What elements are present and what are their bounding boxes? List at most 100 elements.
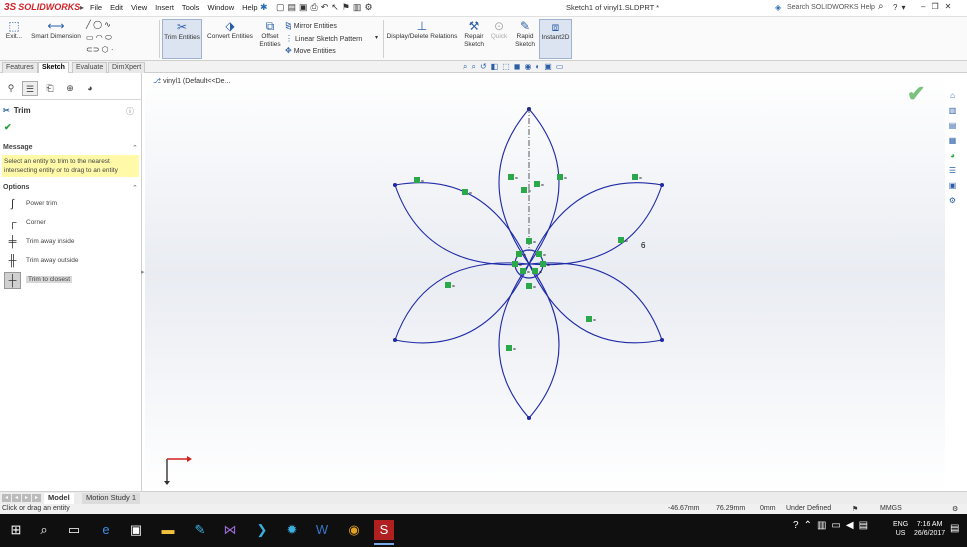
quick-snaps-button[interactable]: ⊙ Quick: [488, 19, 510, 41]
ellipse-icon[interactable]: ⬭: [105, 33, 112, 42]
view-palette-icon[interactable]: ▦: [947, 135, 958, 146]
undo-icon[interactable]: ↶: [321, 2, 329, 13]
menu-help[interactable]: Help: [242, 3, 257, 12]
battery-icon[interactable]: ▭: [831, 520, 840, 531]
option-trim-to-closest[interactable]: ┼ Trim to closest: [4, 272, 136, 289]
word-icon[interactable]: W: [312, 520, 332, 540]
option-power-trim[interactable]: ∫ Power trim: [4, 196, 136, 213]
circle-icon[interactable]: ◯: [93, 20, 102, 29]
file-explorer-icon[interactable]: ▤: [947, 120, 958, 131]
zoom-to-fit-icon[interactable]: ⌕: [463, 62, 467, 72]
design-library-icon[interactable]: ▥: [947, 105, 958, 116]
prev-tab-icon[interactable]: ◂: [12, 494, 21, 502]
collapse-message-icon[interactable]: ⌃: [132, 144, 138, 152]
exit-sketch-button[interactable]: ⬚ Exit...: [4, 19, 24, 41]
instant2d-button[interactable]: ⧈ Instant2D: [539, 19, 572, 59]
option-trim-away-inside[interactable]: ╪ Trim away inside: [4, 234, 136, 251]
relation-marker-icon[interactable]: [526, 283, 532, 289]
tab-dimxpert[interactable]: DimXpert: [108, 62, 146, 73]
sketch-app-icon[interactable]: ✎: [190, 520, 210, 540]
chevron-down-icon[interactable]: ▾: [901, 3, 905, 12]
menu-tools[interactable]: Tools: [182, 3, 200, 12]
notification-center-icon[interactable]: ▤: [950, 523, 959, 534]
first-tab-icon[interactable]: ◂: [2, 494, 11, 502]
relation-marker-icon[interactable]: [462, 189, 468, 195]
sketch-endpoint[interactable]: [659, 337, 665, 343]
open-icon[interactable]: ▤: [288, 2, 297, 13]
dimxpert-manager-tab-icon[interactable]: ⊕: [62, 81, 78, 96]
offset-entities-button[interactable]: ⧉ Offset Entities: [258, 19, 282, 49]
option-corner[interactable]: ┌ Corner: [4, 215, 136, 232]
petal-arc[interactable]: [528, 182, 663, 266]
arc-icon[interactable]: ◠: [96, 33, 103, 42]
relation-marker-icon[interactable]: [508, 174, 514, 180]
relation-marker-icon[interactable]: [586, 316, 592, 322]
options-gear-icon[interactable]: ⚙: [364, 2, 372, 13]
next-tab-icon[interactable]: ▸: [22, 494, 31, 502]
sketch-endpoint[interactable]: [392, 182, 398, 188]
select-icon[interactable]: ↖: [331, 2, 339, 13]
ok-check-button[interactable]: ✔: [4, 122, 12, 133]
graphics-area[interactable]: ⎇ vinyl1 (Default<<De... ✔ = = = = = = = = = = = = = =…: [145, 73, 945, 491]
resources-icon[interactable]: ⌂: [947, 90, 958, 101]
volume-icon[interactable]: ◀: [846, 520, 854, 531]
trim-entities-button[interactable]: ✂ Trim Entities: [162, 19, 202, 59]
relation-marker-icon[interactable]: [414, 177, 420, 183]
move-entities-button[interactable]: ✥ Move Entities: [285, 46, 336, 55]
zoom-area-icon[interactable]: ⌕: [471, 62, 475, 72]
clock[interactable]: 7:16 AM 26/6/2017: [914, 520, 945, 538]
tab-motion-study[interactable]: Motion Study 1: [82, 493, 141, 504]
sketch-endpoint[interactable]: [659, 182, 665, 188]
relation-marker-icon[interactable]: [506, 345, 512, 351]
menu-insert[interactable]: Insert: [155, 3, 174, 12]
relation-marker-icon[interactable]: [540, 261, 546, 267]
view-settings-icon[interactable]: ▭: [556, 62, 564, 72]
spline-icon[interactable]: ∿: [104, 20, 111, 29]
relation-marker-icon[interactable]: [557, 174, 563, 180]
configuration-manager-tab-icon[interactable]: ⎗: [42, 81, 58, 96]
search-icon[interactable]: ⌕: [878, 1, 884, 12]
last-tab-icon[interactable]: ▸: [32, 494, 41, 502]
section-view-icon[interactable]: ◧: [491, 62, 499, 72]
rebuild-status-icon[interactable]: ⚑: [852, 505, 858, 513]
polygon-icon[interactable]: ⬡: [102, 45, 109, 54]
task-view-icon[interactable]: ▭: [64, 520, 84, 540]
visual-studio-icon[interactable]: ⋈: [220, 520, 240, 540]
linear-pattern-button[interactable]: ⋮ Linear Sketch Pattern: [285, 34, 362, 43]
tab-evaluate[interactable]: Evaluate: [72, 62, 108, 73]
point-icon[interactable]: ·: [111, 45, 114, 54]
relation-marker-icon[interactable]: [534, 181, 540, 187]
help-icon[interactable]: ⓘ: [126, 106, 134, 117]
windows-start-icon[interactable]: ⊞: [6, 520, 26, 540]
chrome-icon[interactable]: ◉: [344, 520, 364, 540]
collapse-options-icon[interactable]: ⌃: [132, 184, 138, 192]
rebuild-icon[interactable]: ⚑: [342, 2, 350, 13]
scene-icon[interactable]: ▣: [544, 62, 552, 72]
solidworks-logo[interactable]: 3S SOLIDWORKS: [4, 2, 80, 13]
slot-icon[interactable]: ⊂⊃: [86, 45, 99, 54]
appearances-icon[interactable]: ◕: [947, 150, 958, 161]
keyboard-icon[interactable]: ▤: [859, 520, 868, 531]
relation-marker-icon[interactable]: [632, 174, 638, 180]
relation-marker-icon[interactable]: [526, 238, 532, 244]
feature-manager-tab-icon[interactable]: ⚲: [3, 81, 19, 96]
line-icon[interactable]: ╱: [86, 20, 91, 29]
print-icon[interactable]: ⎙: [311, 2, 318, 13]
pin-icon[interactable]: ✱: [260, 2, 268, 13]
new-document-icon[interactable]: ▢: [276, 2, 285, 13]
display-delete-relations-button[interactable]: ⊥ Display/Delete Relations: [386, 19, 458, 41]
tab-model[interactable]: Model: [44, 493, 74, 504]
save-icon[interactable]: ▣: [299, 2, 308, 13]
relation-marker-icon[interactable]: [532, 268, 538, 274]
settings-icon[interactable]: ✹: [282, 520, 302, 540]
store-icon[interactable]: ▣: [126, 520, 146, 540]
flower-sketch[interactable]: [392, 106, 665, 421]
solidworks-forum-icon[interactable]: ▣: [947, 180, 958, 191]
edit-appearance-icon[interactable]: ◐: [535, 62, 540, 72]
property-manager-tab-icon[interactable]: ☰: [22, 81, 38, 96]
relation-marker-icon[interactable]: [445, 282, 451, 288]
powershell-icon[interactable]: ❯: [252, 520, 272, 540]
language-indicator[interactable]: ENG US: [893, 520, 908, 538]
units-selector[interactable]: MMGS: [880, 505, 902, 512]
previous-view-icon[interactable]: ↺: [480, 62, 487, 72]
